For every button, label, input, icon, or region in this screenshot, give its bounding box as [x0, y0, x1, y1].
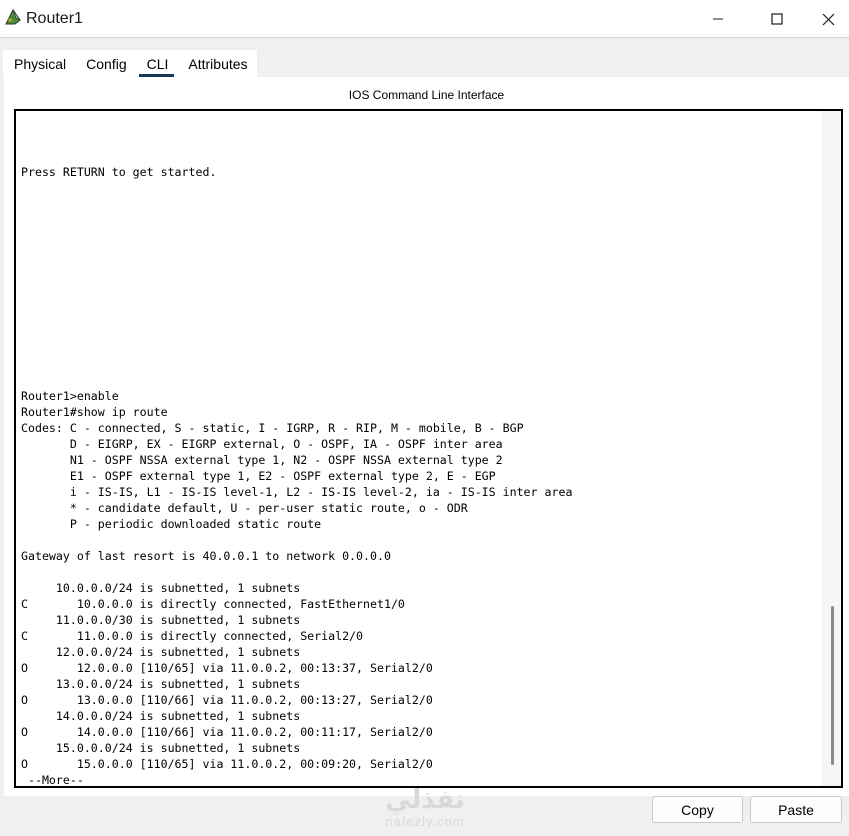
close-icon	[822, 13, 835, 25]
window-title: Router1	[26, 10, 83, 27]
maximize-icon	[771, 13, 783, 25]
tab-physical[interactable]: Physical	[3, 50, 75, 77]
terminal-line: 15.0.0.0/24 is subnetted, 1 subnets	[21, 741, 301, 755]
title-bar[interactable]: Router1	[0, 0, 849, 38]
terminal-output[interactable]: Press RETURN to get started. Router1>ena…	[21, 164, 816, 787]
scrollbar-thumb[interactable]	[831, 606, 834, 765]
cli-panel: IOS Command Line Interface Press RETURN …	[4, 77, 849, 796]
terminal-line: D - EIGRP, EX - EIGRP external, O - OSPF…	[21, 437, 503, 451]
watermark-url: nafezly.com	[385, 814, 465, 829]
minimize-icon	[713, 18, 723, 20]
terminal-line: C 11.0.0.0 is directly connected, Serial…	[21, 629, 364, 643]
tab-bar: Physical Config CLI Attributes	[3, 50, 257, 77]
terminal-line: 13.0.0.0/24 is subnetted, 1 subnets	[21, 677, 301, 691]
terminal-line: 12.0.0.0/24 is subnetted, 1 subnets	[21, 645, 301, 659]
terminal-line: N1 - OSPF NSSA external type 1, N2 - OSP…	[21, 453, 503, 467]
close-button[interactable]	[808, 0, 849, 38]
terminal-line: Codes: C - connected, S - static, I - IG…	[21, 421, 524, 435]
terminal-line: C 10.0.0.0 is directly connected, FastEt…	[21, 597, 405, 611]
terminal-line: * - candidate default, U - per-user stat…	[21, 501, 468, 515]
tab-attributes[interactable]: Attributes	[177, 50, 256, 77]
terminal-line: Gateway of last resort is 40.0.0.1 to ne…	[21, 549, 391, 563]
tab-config[interactable]: Config	[75, 50, 135, 77]
router1-window: Router1 Physical Config CLI Attributes I…	[0, 0, 849, 836]
terminal-line: 11.0.0.0/30 is subnetted, 1 subnets	[21, 613, 301, 627]
terminal-line: 10.0.0.0/24 is subnetted, 1 subnets	[21, 581, 301, 595]
terminal-line: i - IS-IS, L1 - IS-IS level-1, L2 - IS-I…	[21, 485, 573, 499]
terminal-line: Press RETURN to get started.	[21, 165, 217, 179]
terminal-scrollbar[interactable]	[822, 111, 841, 786]
panel-title: IOS Command Line Interface	[348, 88, 505, 102]
terminal-line: O 15.0.0.0 [110/65] via 11.0.0.2, 00:09:…	[21, 757, 433, 771]
router-icon	[5, 9, 21, 25]
terminal-line: O 14.0.0.0 [110/66] via 11.0.0.2, 00:11:…	[21, 725, 433, 739]
terminal-line: O 13.0.0.0 [110/66] via 11.0.0.2, 00:13:…	[21, 693, 433, 707]
terminal-line: --More--	[21, 773, 84, 787]
terminal-line: 14.0.0.0/24 is subnetted, 1 subnets	[21, 709, 301, 723]
terminal-line: O 12.0.0.0 [110/65] via 11.0.0.2, 00:13:…	[21, 661, 433, 675]
cli-terminal[interactable]: Press RETURN to get started. Router1>ena…	[14, 109, 843, 788]
tab-cli[interactable]: CLI	[136, 50, 178, 77]
terminal-line: Router1>enable	[21, 389, 119, 403]
terminal-line: E1 - OSPF external type 1, E2 - OSPF ext…	[21, 469, 496, 483]
paste-button[interactable]: Paste	[750, 796, 842, 823]
watermark: نفذلي nafezly.com	[370, 785, 480, 835]
terminal-line: P - periodic downloaded static route	[21, 517, 322, 531]
watermark-logo-text: نفذلي	[385, 785, 465, 815]
minimize-button[interactable]	[690, 0, 746, 38]
copy-button[interactable]: Copy	[652, 796, 743, 823]
maximize-button[interactable]	[749, 0, 805, 38]
terminal-line: Router1#show ip route	[21, 405, 168, 419]
